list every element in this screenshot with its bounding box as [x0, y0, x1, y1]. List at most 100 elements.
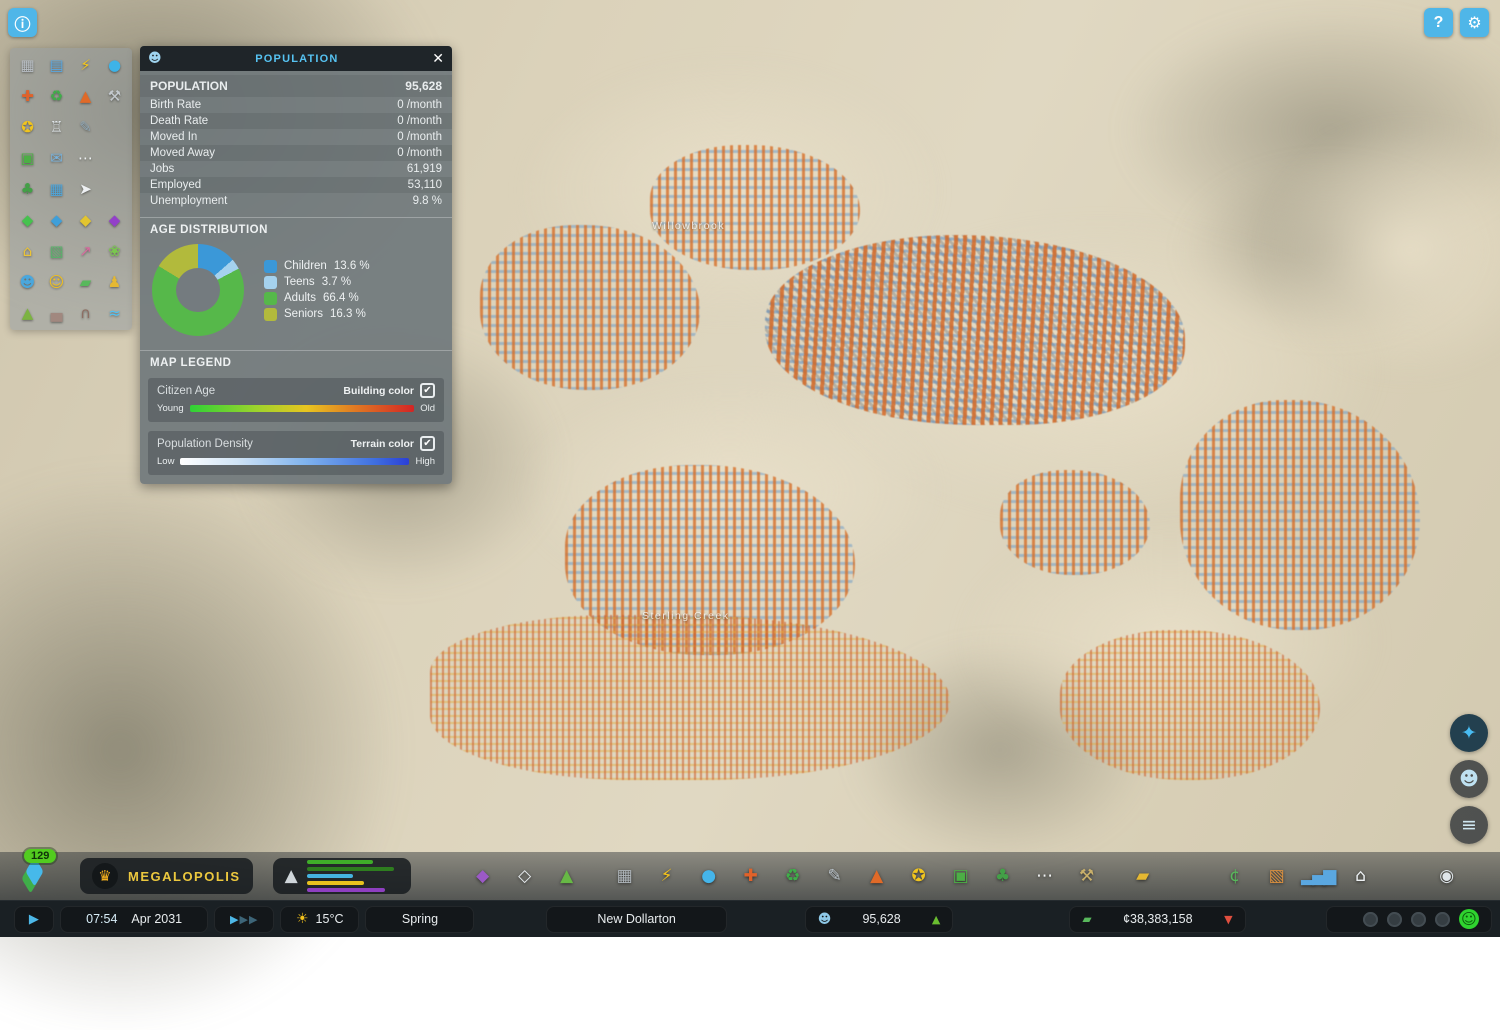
welfare-infoview-icon[interactable]: ▦: [42, 177, 71, 201]
notification-tray[interactable]: ☺: [1326, 906, 1492, 933]
population-panel-icon: ☻: [148, 51, 162, 66]
progress-bar: [307, 867, 394, 872]
districts-tool-icon[interactable]: ◇: [509, 861, 539, 891]
stat-row: Jobs 61,919: [140, 161, 452, 177]
garbage-infoview-icon[interactable]: ♻: [42, 84, 71, 108]
police-infoview-icon[interactable]: ✪: [13, 115, 42, 139]
photo-mode-icon[interactable]: ◉: [1431, 861, 1461, 891]
land-value-infoview-icon[interactable]: ⌂: [13, 239, 42, 263]
city-district: [1000, 470, 1150, 575]
parks-recreation-tool-icon[interactable]: ♣: [987, 861, 1017, 891]
notification-icon-dim[interactable]: [1435, 912, 1450, 927]
age-legend-item: Adults 66.4 %: [264, 292, 370, 305]
landscaping-tool-icon[interactable]: ▲: [551, 861, 581, 891]
fertile-land-infoview-icon[interactable]: ▄: [42, 301, 71, 325]
weather-display[interactable]: ☀ 15°C: [280, 906, 359, 933]
population-icon: ☻: [818, 912, 832, 927]
routes-infoview-icon[interactable]: ➤: [71, 177, 100, 201]
communications-infoview-icon[interactable]: ⋯: [71, 146, 100, 170]
stat-row: Unemployment 9.8 %: [140, 193, 452, 209]
administration-infoview-icon[interactable]: ♖: [42, 115, 71, 139]
police-tool-icon[interactable]: ✪: [903, 861, 933, 891]
stat-row: Birth Rate 0 /month: [140, 97, 452, 113]
milestone-button[interactable]: ♛ MEGALOPOLIS: [80, 858, 253, 894]
roads-infoview-icon[interactable]: ▦: [13, 53, 42, 77]
education-infoview-icon[interactable]: ✎: [71, 115, 100, 139]
xp-level-button[interactable]: 129: [16, 856, 60, 896]
money-display[interactable]: ▰ ¢38,383,158 ▼: [1069, 906, 1245, 933]
season-display[interactable]: Spring: [365, 906, 474, 933]
residential-zoning-icon[interactable]: ◆: [13, 208, 42, 232]
electricity-tool-icon[interactable]: ⚡: [651, 861, 681, 891]
chirper-button[interactable]: ✦: [1450, 714, 1488, 752]
legend-checkbox[interactable]: ✔: [420, 436, 435, 451]
time-date-display[interactable]: 07:54 Apr 2031: [60, 906, 209, 933]
legend-label: Teens: [284, 276, 315, 288]
commercial-zoning-icon[interactable]: ◆: [42, 208, 71, 232]
close-icon[interactable]: ✕: [432, 51, 444, 67]
electricity-infoview-icon[interactable]: ⚡: [71, 53, 100, 77]
happiness-indicator-icon[interactable]: ☺: [1459, 909, 1479, 929]
money-infoview-icon[interactable]: ▰: [71, 270, 100, 294]
trends-infoview-icon[interactable]: ↗: [71, 239, 100, 263]
transportation-infoview-icon[interactable]: ▣: [13, 146, 42, 170]
economy-button-icon[interactable]: ¢: [1219, 861, 1249, 891]
workplaces-infoview-icon[interactable]: ♟: [100, 270, 129, 294]
transportation-tool-icon[interactable]: ▣: [945, 861, 975, 891]
city-progress-button[interactable]: ▲: [273, 858, 411, 894]
city-information-icon[interactable]: ▧: [1261, 861, 1291, 891]
zones-tool-icon[interactable]: ◆: [467, 861, 497, 891]
parks-infoview-icon[interactable]: ♣: [13, 177, 42, 201]
stat-label: Death Rate: [150, 115, 208, 127]
maintenance-infoview-icon[interactable]: ⚒: [100, 84, 129, 108]
city-name-display[interactable]: New Dollarton: [546, 906, 726, 933]
power-lines-infoview-icon[interactable]: ▤: [42, 53, 71, 77]
population-display[interactable]: ☻ 95,628 ▲: [805, 906, 954, 933]
trend-down-icon: ▼: [1224, 913, 1232, 926]
healthcare-infoview-icon[interactable]: ✚: [13, 84, 42, 108]
healthcare-tool-icon[interactable]: ✚: [735, 861, 765, 891]
milestones-icon[interactable]: ⌂: [1345, 861, 1375, 891]
education-tool-icon[interactable]: ✎: [819, 861, 849, 891]
legend-row-label: Citizen Age: [157, 385, 343, 397]
sim-speed-control[interactable]: ▶ ▶▶: [214, 906, 274, 933]
statistics-icon[interactable]: ▂▄▆: [1303, 861, 1333, 891]
happiness-infoview-icon[interactable]: ☺: [42, 270, 71, 294]
agriculture-infoview-icon[interactable]: ❀: [100, 239, 129, 263]
notification-icon-dim[interactable]: [1363, 912, 1378, 927]
communications-tool-icon[interactable]: ⋯: [1029, 861, 1059, 891]
legend-checkbox[interactable]: ✔: [420, 383, 435, 398]
terrain-infoview-icon[interactable]: ▲: [13, 301, 42, 325]
speed-arrows-dim: ▶▶: [240, 913, 259, 926]
infoviews-button[interactable]: ⓘ: [8, 8, 37, 37]
legend-label: Children: [284, 260, 327, 272]
help-button[interactable]: ?: [1424, 8, 1453, 37]
journal-button[interactable]: ≡: [1450, 806, 1488, 844]
garbage-tool-icon[interactable]: ♻: [777, 861, 807, 891]
legend-toggle-label: Terrain color: [351, 438, 414, 450]
fire-rescue-tool-icon[interactable]: ▲: [861, 861, 891, 891]
tourism-infoview-icon[interactable]: ▧: [42, 239, 71, 263]
office-zoning-icon[interactable]: ◆: [71, 208, 100, 232]
water-infoview-icon[interactable]: ●: [100, 53, 129, 77]
notification-icon-dim[interactable]: [1411, 912, 1426, 927]
map-legend-row: Citizen Age Building color ✔ Young Old: [148, 378, 444, 422]
terraforming-tool-icon[interactable]: ⚒: [1071, 861, 1101, 891]
water-flow-infoview-icon[interactable]: ≈: [100, 301, 129, 325]
noise-pollution-infoview-icon[interactable]: ∩: [71, 301, 100, 325]
citizens-button[interactable]: ☻: [1450, 760, 1488, 798]
settings-gear-button[interactable]: ⚙: [1460, 8, 1489, 37]
fire-rescue-infoview-icon[interactable]: ▲: [71, 84, 100, 108]
stat-row: Employed 53,110: [140, 177, 452, 193]
clock-time: 07:54: [86, 912, 117, 926]
bulldozer-tool-icon[interactable]: ▰: [1127, 861, 1157, 891]
play-pause-button[interactable]: ▶: [14, 906, 54, 933]
water-sewage-tool-icon[interactable]: ●: [693, 861, 723, 891]
industrial-zoning-icon[interactable]: ◆: [100, 208, 129, 232]
district-label: Sterling Creek: [642, 610, 730, 622]
age-distribution-title: AGE DISTRIBUTION: [140, 217, 452, 240]
notification-icon-dim[interactable]: [1387, 912, 1402, 927]
population-infoview-icon[interactable]: ☻: [13, 270, 42, 294]
roads-tool-icon[interactable]: ▦: [609, 861, 639, 891]
mail-infoview-icon[interactable]: ✉: [42, 146, 71, 170]
